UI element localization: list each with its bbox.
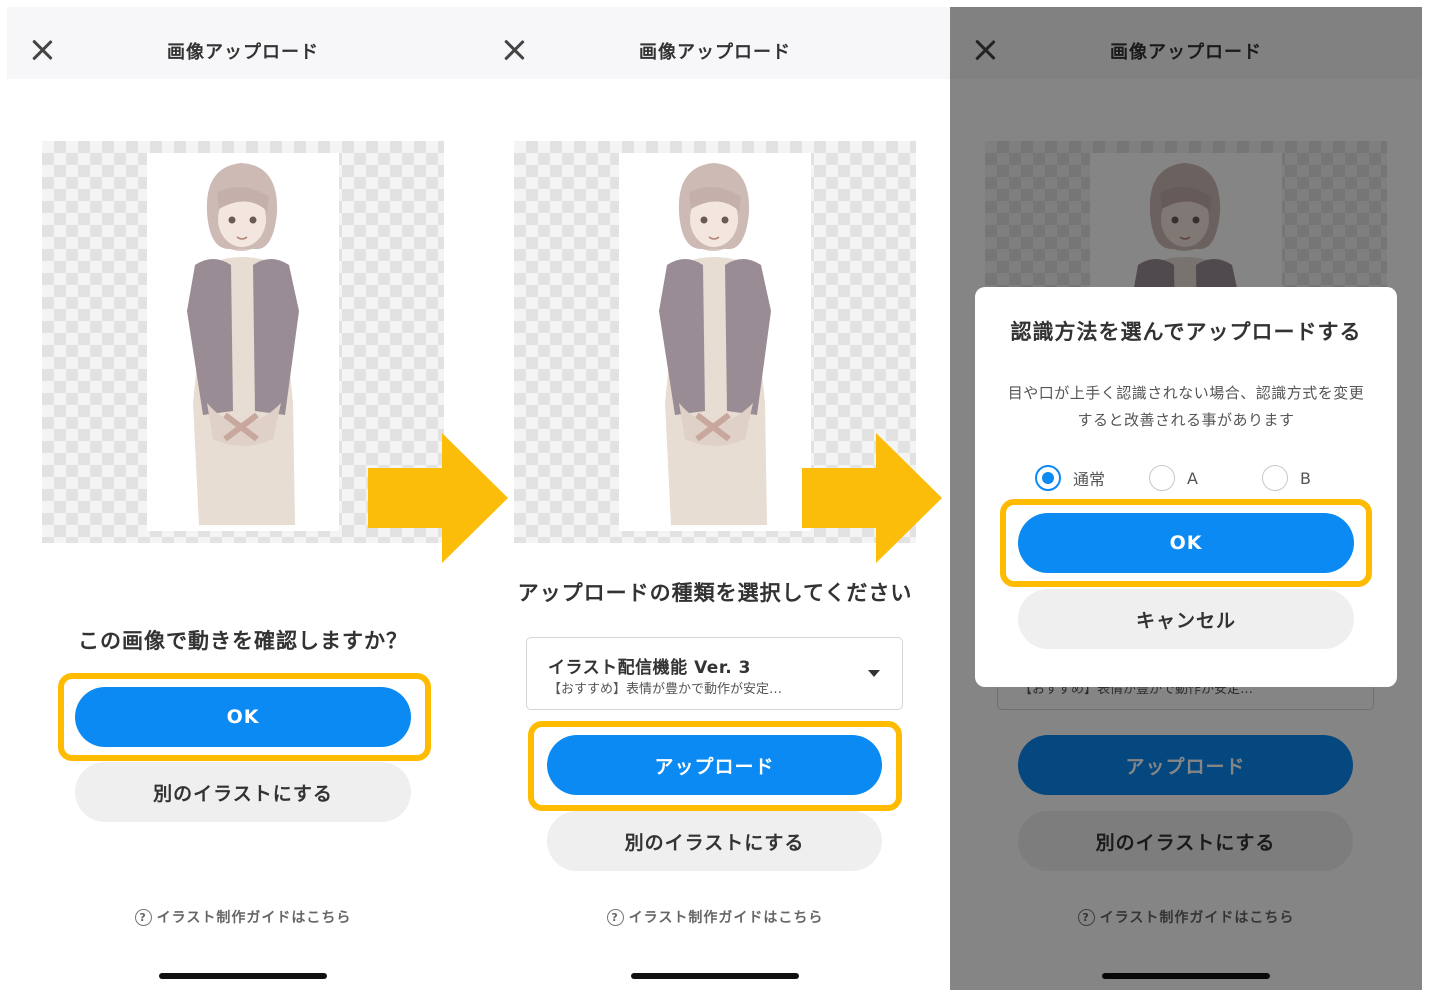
- dialog-cancel-button[interactable]: キャンセル: [1018, 589, 1354, 649]
- screen-recognition-method: 画像アップロード 【おすすめ】表情が豊かで動作が安定… アップロード 別のイラス…: [950, 7, 1422, 990]
- radio-label: A: [1187, 468, 1198, 488]
- guide-link-label: イラスト制作ガイドはこちら: [628, 910, 824, 926]
- select-value: イラスト配信機能 Ver. 3: [548, 658, 751, 678]
- page-title: 画像アップロード: [167, 42, 319, 63]
- home-indicator: [159, 973, 327, 979]
- home-indicator: [631, 973, 799, 979]
- radio-unchecked-icon: [1262, 465, 1288, 491]
- radio-unchecked-icon: [1149, 465, 1175, 491]
- upload-type-select[interactable]: イラスト配信機能 Ver. 3 【おすすめ】表情が豊かで動作が安定…: [526, 637, 903, 710]
- dialog-description: 目や口が上手く認識されない場合、認識方式を変更すると改善される事があります: [1007, 384, 1365, 429]
- highlight-frame: [58, 673, 431, 761]
- character-illustration: [659, 163, 771, 525]
- guide-link-label: イラスト制作ガイドはこちら: [156, 910, 352, 926]
- illustration-image: [619, 153, 811, 531]
- confirm-question: この画像で動きを確認しますか？: [78, 629, 408, 653]
- arrow-right-icon: [802, 433, 942, 563]
- radio-label: B: [1300, 468, 1311, 488]
- guide-link[interactable]: ? イラスト制作ガイドはこちら: [7, 907, 479, 927]
- select-description: 【おすすめ】表情が豊かで動作が安定…: [548, 682, 783, 697]
- arrow-right-icon: [368, 433, 508, 563]
- recognition-method-options: 通常 A B: [1035, 465, 1345, 495]
- radio-option-normal[interactable]: 通常: [1035, 465, 1105, 491]
- highlight-frame: [528, 721, 902, 811]
- radio-label: 通常: [1073, 470, 1106, 489]
- radio-checked-icon: [1035, 465, 1061, 491]
- guide-link[interactable]: ? イラスト制作ガイドはこちら: [479, 907, 951, 927]
- upload-type-label: アップロードの種類を選択してください: [517, 581, 913, 605]
- illustration-image: [147, 153, 339, 531]
- recognition-method-dialog: 認識方法を選んでアップロードする 目や口が上手く認識されない場合、認識方式を変更…: [975, 287, 1397, 687]
- choose-other-illust-button[interactable]: 別のイラストにする: [75, 762, 411, 822]
- nav-bar: 画像アップロード: [479, 7, 951, 79]
- radio-option-b[interactable]: B: [1262, 465, 1311, 491]
- help-icon: ?: [606, 908, 624, 926]
- nav-bar: 画像アップロード: [7, 7, 479, 79]
- choose-other-illust-button[interactable]: 別のイラストにする: [547, 811, 882, 871]
- help-icon: ?: [134, 908, 152, 926]
- page-title: 画像アップロード: [639, 42, 791, 63]
- caret-down-icon: [868, 670, 880, 677]
- radio-option-a[interactable]: A: [1149, 465, 1198, 491]
- dialog-title: 認識方法を選んでアップロードする: [1010, 320, 1362, 344]
- character-illustration: [187, 163, 299, 525]
- highlight-frame: [1000, 499, 1372, 587]
